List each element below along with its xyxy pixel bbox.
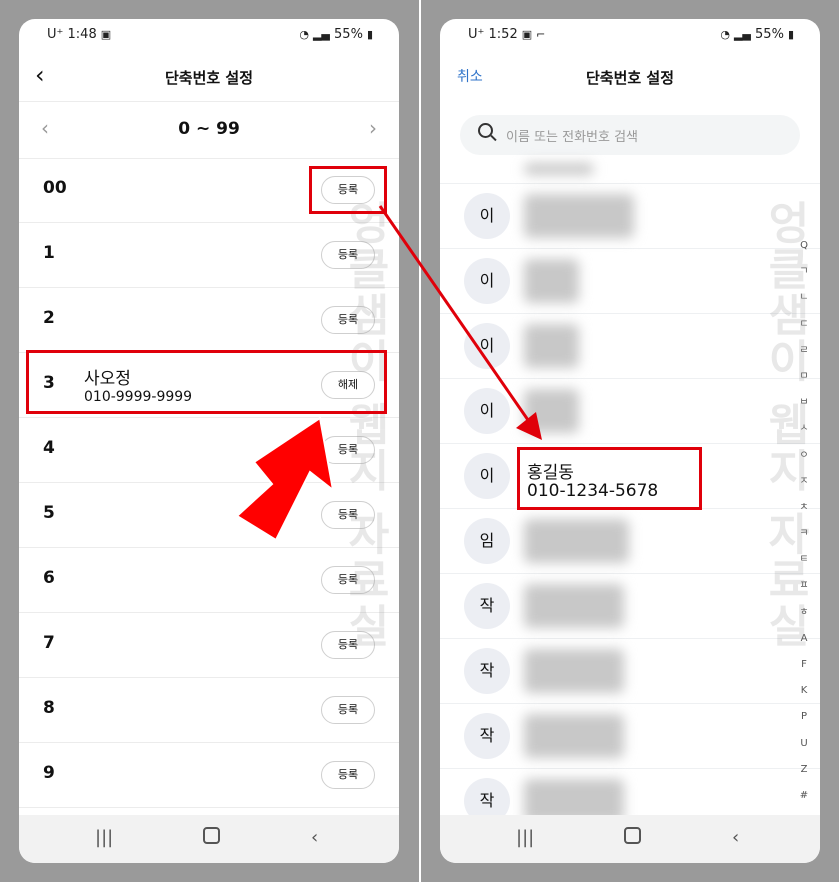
connector-arrow-line (378, 205, 530, 421)
annotation-arrows (235, 205, 542, 542)
connector-arrow-head (516, 412, 542, 440)
big-pointer-arrow (235, 416, 335, 542)
